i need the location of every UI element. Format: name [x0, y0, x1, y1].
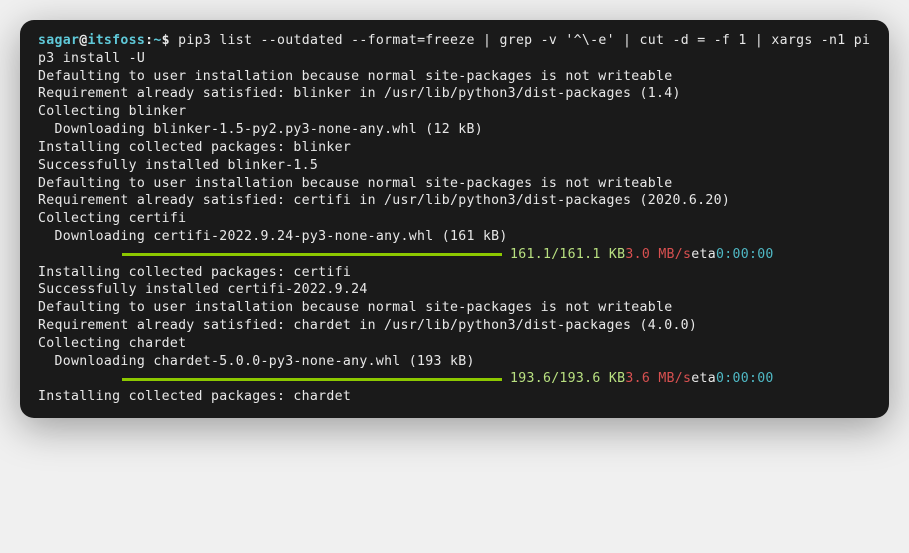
progress-eta-value: 0:00:00: [716, 246, 774, 264]
progress-eta-label: eta: [691, 246, 716, 264]
output-line: Defaulting to user installation because …: [38, 175, 871, 193]
output-line: Downloading chardet-5.0.0-py3-none-any.w…: [38, 353, 871, 371]
output-line: Installing collected packages: chardet: [38, 388, 871, 406]
output-line: Requirement already satisfied: chardet i…: [38, 317, 871, 335]
progress-eta-label: eta: [691, 370, 716, 388]
output-line: Defaulting to user installation because …: [38, 68, 871, 86]
prompt-host: itsfoss: [87, 33, 145, 48]
progress-speed: 3.6 MB/s: [625, 370, 691, 388]
output-line: Successfully installed certifi-2022.9.24: [38, 281, 871, 299]
output-line: Defaulting to user installation because …: [38, 299, 871, 317]
terminal-window[interactable]: sagar@itsfoss:~$ pip3 list --outdated --…: [20, 20, 889, 418]
progress-row-chardet: 193.6/193.6 KB 3.6 MB/s eta 0:00:00: [38, 370, 871, 388]
output-line: Installing collected packages: blinker: [38, 139, 871, 157]
output-line: Successfully installed blinker-1.5: [38, 157, 871, 175]
output-line: Installing collected packages: certifi: [38, 264, 871, 282]
prompt-path: ~: [153, 33, 161, 48]
output-line: Requirement already satisfied: certifi i…: [38, 192, 871, 210]
output-line: Downloading blinker-1.5-py2.py3-none-any…: [38, 121, 871, 139]
output-line: Requirement already satisfied: blinker i…: [38, 85, 871, 103]
prompt-user: sagar: [38, 33, 79, 48]
output-line: Collecting chardet: [38, 335, 871, 353]
progress-eta-value: 0:00:00: [716, 370, 774, 388]
output-line: Downloading certifi-2022.9.24-py3-none-a…: [38, 228, 871, 246]
progress-size: 161.1/161.1 KB: [510, 246, 625, 264]
progress-row-certifi: 161.1/161.1 KB 3.0 MB/s eta 0:00:00: [38, 246, 871, 264]
progress-bar: [122, 253, 502, 256]
output-line: Collecting certifi: [38, 210, 871, 228]
progress-size: 193.6/193.6 KB: [510, 370, 625, 388]
output-line: Collecting blinker: [38, 103, 871, 121]
progress-bar: [122, 378, 502, 381]
progress-speed: 3.0 MB/s: [625, 246, 691, 264]
prompt-dollar: $: [162, 33, 178, 48]
prompt-line: sagar@itsfoss:~$ pip3 list --outdated --…: [38, 32, 871, 68]
